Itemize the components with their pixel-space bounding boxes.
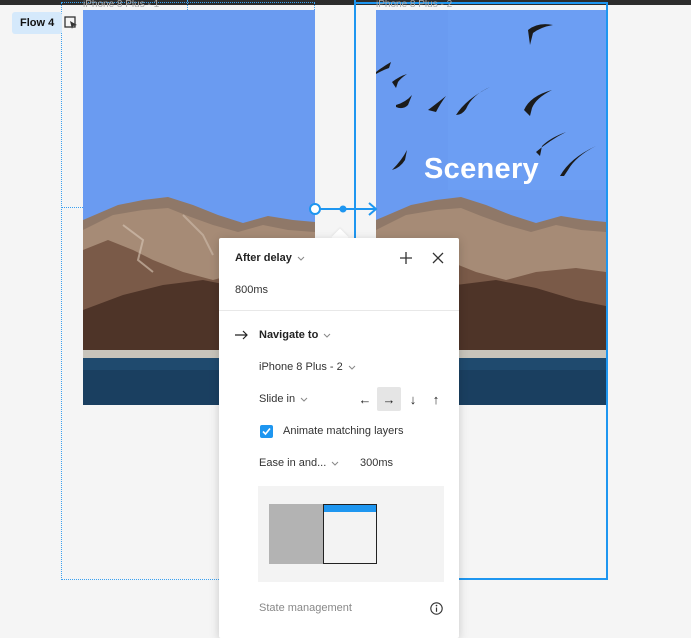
arrow-right-icon: →: [382, 391, 396, 407]
scenery-heading: Scenery: [424, 153, 539, 185]
destination-label: iPhone 8 Plus - 2: [259, 361, 343, 373]
interaction-details-panel: After delay 800ms Navigate to iPhone 8 P…: [219, 238, 459, 638]
direction-down-button[interactable]: ↓: [401, 387, 425, 411]
chevron-down-icon: [300, 397, 308, 402]
easing-dropdown[interactable]: Ease in and...: [259, 457, 339, 469]
direction-right-button[interactable]: →: [377, 387, 401, 411]
transition-preview: [258, 486, 444, 582]
direction-up-button[interactable]: ↑: [424, 387, 448, 411]
arrow-up-icon: ↑: [432, 391, 440, 407]
trigger-dropdown[interactable]: After delay: [235, 252, 305, 264]
chevron-down-icon: [323, 333, 331, 338]
chevron-down-icon: [331, 461, 339, 466]
prototype-connection-arrow[interactable]: [305, 198, 385, 220]
preview-destination-bar: [324, 505, 376, 512]
plus-icon: [400, 252, 412, 264]
arrow-right-icon: [235, 330, 248, 340]
preview-source-frame: [269, 504, 323, 564]
frame-left-title[interactable]: iPhone 8 Plus - 1: [83, 0, 159, 8]
arrow-left-icon: ←: [358, 391, 372, 407]
chevron-down-icon: [297, 256, 305, 261]
action-label: Navigate to: [259, 329, 319, 341]
animate-matching-checkbox[interactable]: [260, 425, 273, 438]
flow-starting-point-label[interactable]: Flow 4: [12, 12, 63, 34]
horizontal-guide: [61, 207, 83, 208]
destination-dropdown[interactable]: iPhone 8 Plus - 2: [259, 361, 356, 373]
action-dropdown[interactable]: Navigate to: [235, 329, 331, 341]
delay-input[interactable]: 800ms: [235, 284, 268, 296]
easing-label: Ease in and...: [259, 457, 327, 469]
close-panel-button[interactable]: [429, 249, 447, 267]
state-management-label: State management: [259, 602, 352, 614]
preview-destination-frame: [323, 504, 377, 564]
close-icon: [432, 252, 444, 264]
panel-divider: [219, 310, 459, 311]
frame-right-title[interactable]: iPhone 8 Plus - 2: [376, 0, 452, 8]
animate-matching-label[interactable]: Animate matching layers: [283, 425, 403, 437]
state-management-info-button[interactable]: [427, 599, 445, 617]
add-interaction-button[interactable]: [397, 249, 415, 267]
info-icon: [429, 601, 443, 615]
delay-value: 800ms: [235, 284, 269, 296]
frame-right-guide: [354, 0, 356, 10]
duration-value: 300ms: [360, 457, 394, 469]
chevron-down-icon: [348, 365, 356, 370]
flow-play-icon[interactable]: [62, 14, 80, 32]
checkmark-icon: [262, 427, 271, 436]
frame-left-guide: [187, 0, 188, 10]
arrow-down-icon: ↓: [409, 391, 417, 407]
animation-label: Slide in: [259, 393, 296, 405]
trigger-label: After delay: [235, 252, 292, 264]
direction-left-button[interactable]: ←: [353, 387, 377, 411]
duration-input[interactable]: 300ms: [360, 457, 393, 469]
animation-dropdown[interactable]: Slide in: [259, 393, 308, 405]
